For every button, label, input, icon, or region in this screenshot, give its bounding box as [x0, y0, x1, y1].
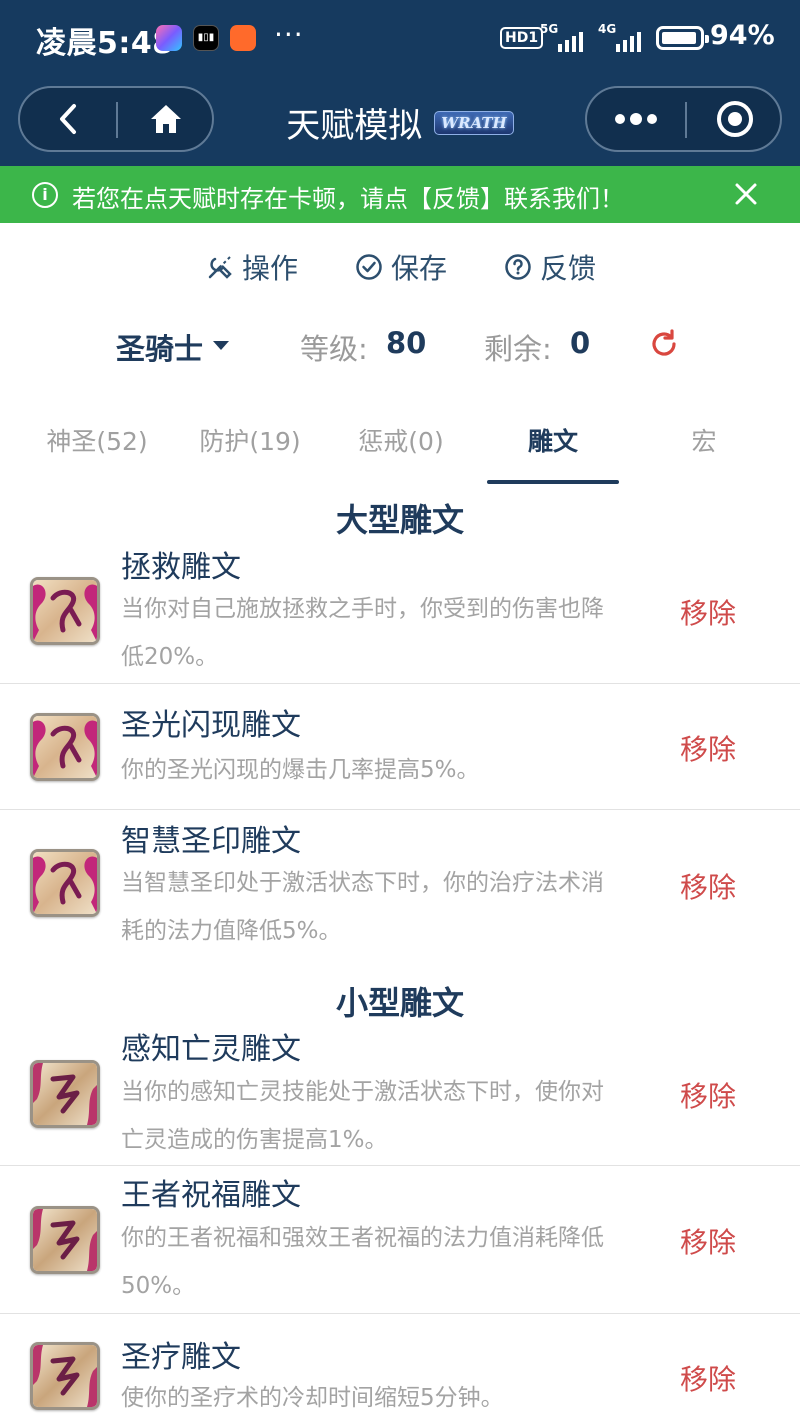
glyph-row: 智慧圣印雕文 当智慧圣印处于激活状态下时，你的治疗法术消 耗的法力值降低5%。 …: [0, 810, 800, 960]
operate-button[interactable]: 操作: [206, 245, 298, 289]
tab-retribution[interactable]: 惩戒(0): [321, 422, 481, 458]
shopping-notification-icon: [230, 25, 256, 51]
remaining-label: 剩余:: [484, 332, 552, 366]
notice-close-button[interactable]: [732, 180, 760, 208]
glyph-row: 王者祝福雕文 你的王者祝福和强效王者祝福的法力值消耗降低 50%。 移除: [0, 1166, 800, 1314]
music-notification-icon: ▮▯▮: [193, 25, 219, 51]
major-glyphs-title: 大型雕文: [335, 501, 464, 539]
notice-bar: i 若您在点天赋时存在卡顿，请点【反馈】联系我们！: [0, 166, 800, 223]
glyph-row: 拯救雕文 当你对自己施放拯救之手时，你受到的伤害也降 低20%。 移除: [0, 540, 800, 684]
level-value[interactable]: 80: [386, 326, 426, 360]
remove-button[interactable]: 移除: [680, 866, 736, 906]
minor-glyph-icon[interactable]: [30, 1060, 100, 1128]
refresh-icon: [652, 329, 676, 356]
remove-button[interactable]: 移除: [680, 1075, 736, 1115]
tab-holy[interactable]: 神圣(52): [17, 422, 177, 458]
close-miniprogram-button[interactable]: [687, 88, 782, 150]
more-button[interactable]: [587, 88, 685, 150]
remaining-value: 0: [570, 326, 591, 360]
reset-button[interactable]: [648, 328, 680, 367]
glyph-description: 使你的圣疗术的冷却时间缩短5分钟。: [121, 1385, 504, 1411]
wrath-logo: WRATH: [434, 110, 514, 135]
minor-glyphs-title: 小型雕文: [335, 984, 464, 1022]
minor-glyph-icon[interactable]: [30, 1342, 100, 1410]
notice-text: 若您在点天赋时存在卡顿，请点【反馈】联系我们！: [72, 185, 624, 213]
class-row: 圣骑士 等级: 80 剩余: 0: [0, 322, 800, 368]
wrench-icon: [206, 253, 234, 281]
glyph-description: 当你的感知亡灵技能处于激活状态下时，使你对 亡灵造成的伤害提高1%。: [121, 1079, 604, 1153]
glyph-name: 拯救雕文: [121, 550, 241, 585]
glyph-row: 感知亡灵雕文 当你的感知亡灵技能处于激活状态下时，使你对 亡灵造成的伤害提高1%…: [0, 1020, 800, 1166]
glyph-row: 圣疗雕文 使你的圣疗术的冷却时间缩短5分钟。 移除: [0, 1314, 800, 1422]
glyph-name: 圣光闪现雕文: [121, 708, 301, 743]
hd-icon: HD1: [500, 27, 544, 49]
nav-capsule-right: [585, 86, 782, 152]
tab-glyphs[interactable]: 雕文: [473, 422, 633, 458]
major-glyph-icon[interactable]: [30, 577, 100, 645]
level-label: 等级:: [300, 332, 368, 366]
tab-protection[interactable]: 防护(19): [170, 422, 330, 458]
action-row: 操作 保存 反馈: [0, 245, 800, 289]
class-selector[interactable]: 圣骑士: [116, 326, 203, 368]
glyph-name: 圣疗雕文: [121, 1340, 241, 1375]
glyph-name: 感知亡灵雕文: [121, 1032, 301, 1067]
glyph-description: 当智慧圣印处于激活状态下时，你的治疗法术消 耗的法力值降低5%。: [121, 870, 604, 944]
app-notification-icon: [156, 25, 182, 51]
tab-bar: 神圣(52) 防护(19) 惩戒(0) 雕文 宏: [0, 400, 800, 484]
active-tab-indicator: [487, 480, 619, 484]
tab-macro[interactable]: 宏: [624, 422, 784, 458]
battery-percent: 94%: [710, 20, 775, 51]
remove-button[interactable]: 移除: [680, 728, 736, 768]
target-icon: [716, 101, 753, 137]
glyph-description: 当你对自己施放拯救之手时，你受到的伤害也降 低20%。: [121, 596, 604, 670]
feedback-button[interactable]: 反馈: [504, 245, 596, 289]
remove-button[interactable]: 移除: [680, 1358, 736, 1398]
glyph-row: 圣光闪现雕文 你的圣光闪现的爆击几率提高5%。 移除: [0, 684, 800, 810]
info-icon: i: [32, 182, 58, 208]
status-time: 凌晨5:48: [36, 26, 174, 61]
battery-icon: [656, 26, 709, 50]
glyph-name: 智慧圣印雕文: [121, 824, 301, 859]
signal-4g-icon: 4G: [598, 22, 646, 52]
nav-bar: 天赋模拟 WRATH: [0, 78, 800, 166]
minor-glyph-icon[interactable]: [30, 1206, 100, 1274]
question-circle-icon: [504, 253, 532, 281]
check-circle-icon: [355, 253, 383, 281]
caret-down-icon[interactable]: [213, 341, 229, 350]
signal-5g-icon: 5G: [540, 22, 588, 52]
major-glyph-icon[interactable]: [30, 849, 100, 917]
glyph-name: 王者祝福雕文: [121, 1178, 301, 1213]
glyph-description: 你的王者祝福和强效王者祝福的法力值消耗降低 50%。: [121, 1225, 604, 1299]
status-bar: 凌晨5:48 ▮▯▮ ··· HD1 5G 4G 94%: [0, 0, 800, 78]
more-notifications-icon: ···: [274, 18, 304, 51]
close-icon: [735, 183, 757, 205]
major-glyph-icon[interactable]: [30, 713, 100, 781]
save-button[interactable]: 保存: [355, 245, 447, 289]
remove-button[interactable]: 移除: [680, 1221, 736, 1261]
remove-button[interactable]: 移除: [680, 592, 736, 632]
glyph-description: 你的圣光闪现的爆击几率提高5%。: [121, 757, 480, 783]
more-dots-icon: [615, 113, 657, 125]
